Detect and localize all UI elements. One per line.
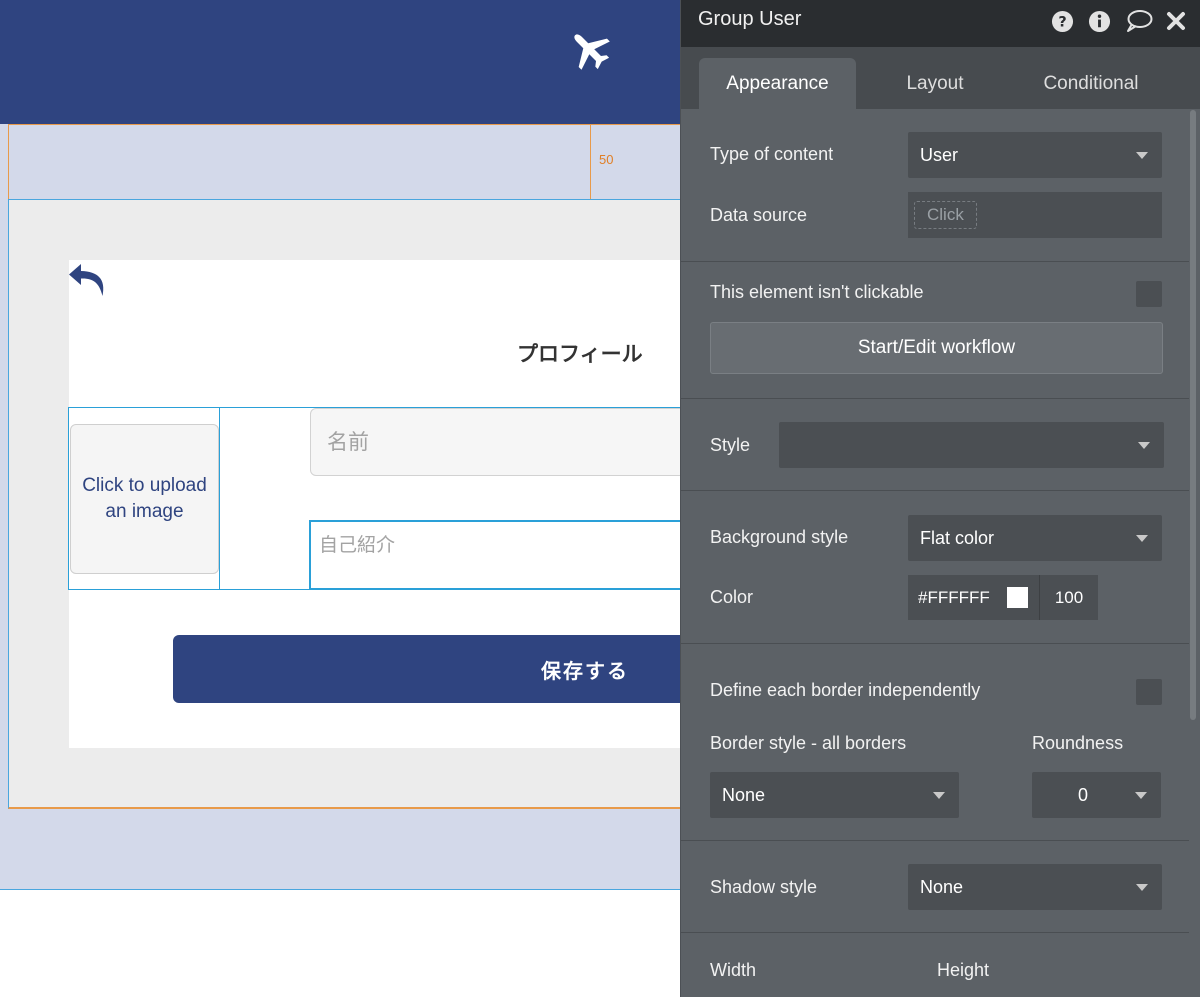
type-of-content-label: Type of content (710, 144, 834, 164)
chevron-down-icon (1135, 792, 1147, 799)
help-icon[interactable]: ? (1050, 9, 1074, 33)
save-button[interactable]: 保存する (173, 635, 713, 703)
section-divider (681, 932, 1189, 933)
svg-text:?: ? (1058, 14, 1066, 30)
data-source-label: Data source (710, 205, 808, 225)
section-divider (681, 398, 1189, 399)
back-arrow-icon[interactable] (68, 262, 110, 298)
page-title: プロフィール (517, 342, 643, 366)
color-swatch[interactable] (1007, 587, 1028, 608)
shadow-style-label: Shadow style (710, 877, 818, 897)
panel-title: Group User (698, 8, 802, 30)
shadow-style-value: None (920, 876, 964, 897)
start-edit-workflow-button[interactable]: Start/Edit workflow (710, 322, 1163, 374)
comment-icon[interactable] (1124, 9, 1154, 33)
tab-conditional[interactable]: Conditional (1021, 58, 1161, 109)
color-hex-field[interactable]: #FFFFFF (908, 575, 1039, 620)
close-icon[interactable] (1164, 9, 1188, 33)
type-of-content-dropdown[interactable]: User (908, 132, 1162, 178)
border-style-value: None (722, 784, 766, 805)
section-divider (681, 643, 1189, 644)
border-style-dropdown[interactable]: None (710, 772, 959, 818)
panel-scrollbar[interactable] (1190, 110, 1196, 720)
style-label: Style (710, 435, 751, 455)
airplane-icon (574, 34, 610, 70)
height-label: Height (937, 960, 990, 980)
not-clickable-label: This element isn't clickable (710, 282, 924, 302)
section-divider (681, 490, 1189, 491)
define-borders-checkbox[interactable] (1136, 679, 1162, 705)
picture-uploader[interactable]: Click to upload an image (70, 424, 219, 574)
section-divider (681, 261, 1189, 262)
chevron-down-icon (1136, 535, 1148, 542)
spacing-guide-value: 50 (599, 152, 614, 167)
chevron-down-icon (1138, 442, 1150, 449)
width-label: Width (710, 960, 757, 980)
chevron-down-icon (933, 792, 945, 799)
data-source-field[interactable]: Click (908, 192, 1162, 238)
shadow-style-dropdown[interactable]: None (908, 864, 1162, 910)
image-column-border (219, 407, 220, 590)
not-clickable-checkbox[interactable] (1136, 281, 1162, 307)
info-icon[interactable] (1087, 9, 1111, 33)
border-style-label: Border style - all borders (710, 733, 907, 753)
color-hex-value: #FFFFFF (918, 587, 990, 607)
spacing-guide-line (590, 124, 591, 200)
bio-input[interactable] (309, 520, 709, 590)
roundness-label: Roundness (1032, 733, 1124, 753)
style-dropdown[interactable] (779, 422, 1164, 468)
chevron-down-icon (1136, 884, 1148, 891)
background-style-value: Flat color (920, 527, 995, 548)
property-editor-panel: Group User ? Appearance Layout Condition… (680, 0, 1200, 997)
roundness-value: 0 (1078, 784, 1089, 805)
background-style-label: Background style (710, 527, 849, 547)
type-of-content-value: User (920, 144, 959, 165)
data-source-placeholder[interactable]: Click (914, 201, 977, 229)
roundness-dropdown[interactable]: 0 (1032, 772, 1161, 818)
panel-titlebar[interactable]: Group User ? (681, 0, 1200, 47)
color-opacity-field[interactable]: 100 (1039, 575, 1098, 620)
color-label: Color (710, 587, 754, 607)
chevron-down-icon (1136, 152, 1148, 159)
tab-appearance[interactable]: Appearance (699, 58, 856, 109)
section-divider (681, 840, 1189, 841)
tab-layout[interactable]: Layout (871, 58, 999, 109)
name-input[interactable] (310, 408, 710, 476)
background-style-dropdown[interactable]: Flat color (908, 515, 1162, 561)
panel-tabs: Appearance Layout Conditional (681, 47, 1200, 109)
define-borders-label: Define each border independently (710, 680, 981, 700)
